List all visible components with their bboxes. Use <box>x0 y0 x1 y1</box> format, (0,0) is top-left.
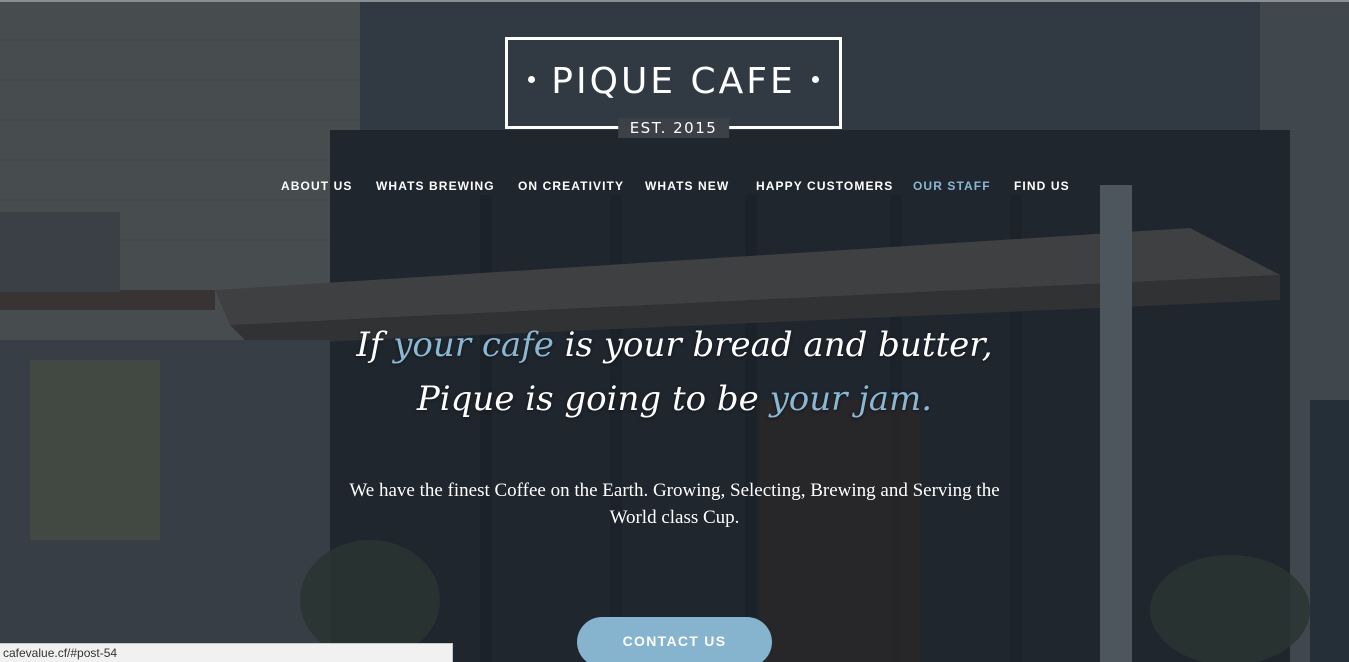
contact-us-button[interactable]: CONTACT US <box>577 617 772 662</box>
logo-dot-right <box>812 76 819 83</box>
headline-text: Pique is going to be <box>416 379 770 419</box>
headline-line-1: If your cafe is your bread and butter, <box>356 325 992 365</box>
nav-item-about-us[interactable]: ABOUT US <box>281 178 352 194</box>
nav-item-on-creativity[interactable]: ON CREATIVITY <box>518 178 624 194</box>
top-border <box>0 0 1349 2</box>
headline-accent: your jam. <box>769 379 933 419</box>
headline-text: is your bread and butter, <box>553 325 993 365</box>
headline-line-2: Pique is going to be your jam. <box>417 379 932 419</box>
nav-item-find-us[interactable]: FIND US <box>1014 178 1070 194</box>
logo-title: PIQUE CAFE <box>551 61 796 102</box>
site-logo[interactable]: PIQUE CAFE EST. 2015 <box>505 37 842 138</box>
main-navigation: ABOUT US WHATS BREWING ON CREATIVITY WHA… <box>0 178 1349 196</box>
browser-status-bar: cafevalue.cf/#post-54 <box>0 643 453 662</box>
nav-item-whats-brewing[interactable]: WHATS BREWING <box>376 178 495 194</box>
hero-section: PIQUE CAFE EST. 2015 ABOUT US WHATS BREW… <box>0 0 1349 662</box>
headline-accent: your cafe <box>393 325 554 365</box>
logo-established: EST. 2015 <box>617 118 730 138</box>
nav-item-our-staff[interactable]: OUR STAFF <box>913 178 991 194</box>
nav-item-whats-new[interactable]: WHATS NEW <box>645 178 729 194</box>
hero-headline: If your cafe is your bread and butter, P… <box>200 318 1149 426</box>
hero-description: We have the finest Coffee on the Earth. … <box>349 480 1000 528</box>
nav-item-happy-customers[interactable]: HAPPY CUSTOMERS <box>756 178 893 194</box>
headline-text: If <box>356 325 394 365</box>
